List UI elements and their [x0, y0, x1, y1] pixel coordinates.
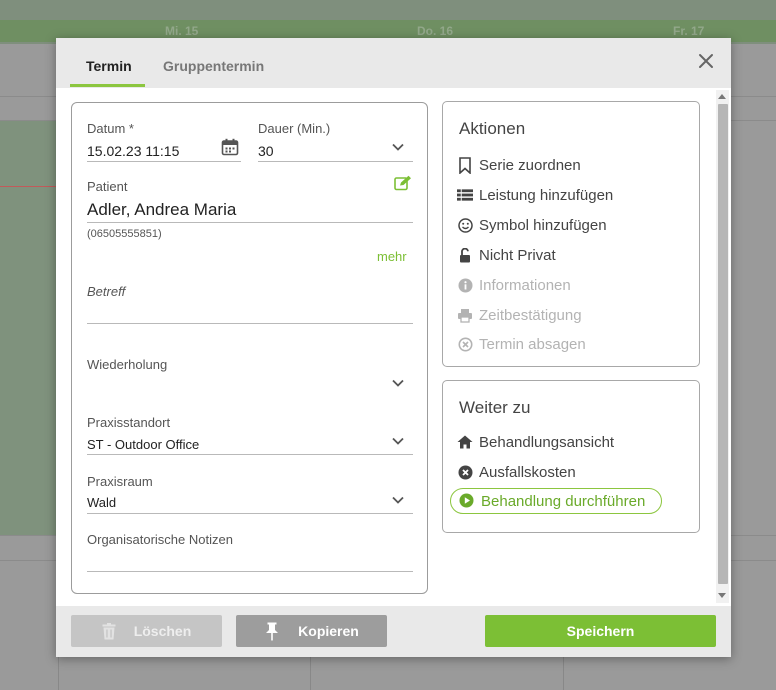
action-symbol-hinzufuegen[interactable]: Symbol hinzufügen — [457, 215, 607, 235]
bookmark-icon — [457, 156, 473, 174]
goto-behandlungsansicht[interactable]: Behandlungsansicht — [457, 432, 614, 452]
appointment-form: Datum * 15.02.23 11:15 Dauer (Min.) 30 P… — [71, 102, 428, 594]
room-label: Praxisraum — [87, 474, 153, 489]
scrollbar-thumb[interactable] — [718, 104, 728, 584]
calendar-day-thu: Do. 16 — [417, 24, 454, 38]
chevron-down-icon[interactable] — [392, 437, 404, 445]
smiley-icon — [457, 217, 473, 233]
dialog-footer: Löschen Kopieren Speichern — [56, 606, 731, 657]
cancel-circle-icon — [457, 336, 473, 352]
info-icon — [457, 277, 473, 293]
goto-panel: Weiter zu Behandlungsansicht Ausfallskos… — [442, 380, 700, 533]
patient-phone: (06505555851) — [87, 228, 162, 240]
action-informationen: Informationen — [457, 275, 571, 295]
tab-gruppentermin[interactable]: Gruppentermin — [163, 58, 264, 74]
patient-name[interactable]: Adler, Andrea Maria — [87, 200, 236, 220]
scroll-up-icon[interactable] — [718, 94, 726, 99]
list-icon — [457, 187, 473, 203]
goto-ausfallskosten[interactable]: Ausfallskosten — [457, 462, 576, 482]
copy-button[interactable]: Kopieren — [236, 615, 387, 647]
appointment-dialog: Termin Gruppentermin Datum * 15.02.23 11… — [56, 38, 731, 657]
duration-select[interactable]: 30 — [258, 143, 274, 159]
more-link[interactable]: mehr — [377, 249, 407, 264]
location-select[interactable]: ST - Outdoor Office — [87, 437, 199, 452]
notes-label: Organisatorische Notizen — [87, 532, 233, 547]
date-label: Datum * — [87, 121, 134, 136]
edit-icon[interactable] — [394, 175, 412, 191]
calendar-icon[interactable] — [221, 138, 239, 156]
tab-bar: Termin Gruppentermin — [56, 38, 731, 88]
pin-icon — [264, 622, 280, 641]
delete-button[interactable]: Löschen — [71, 615, 222, 647]
date-input[interactable]: 15.02.23 11:15 — [87, 143, 179, 159]
actions-panel: Aktionen Serie zuordnen Leistung hinzufü… — [442, 101, 700, 367]
printer-icon — [457, 307, 473, 323]
play-circle-icon — [459, 493, 475, 509]
goto-behandlung-durchfuehren[interactable]: Behandlung durchführen — [450, 488, 662, 514]
calendar-day-wed: Mi. 15 — [165, 24, 199, 38]
action-serie-zuordnen[interactable]: Serie zuordnen — [457, 155, 581, 175]
chevron-down-icon[interactable] — [392, 496, 404, 504]
action-nicht-privat[interactable]: Nicht Privat — [457, 245, 556, 265]
action-leistung-hinzufuegen[interactable]: Leistung hinzufügen — [457, 185, 613, 205]
calendar-day-fri: Fr. 17 — [673, 24, 705, 38]
action-termin-absagen: Termin absagen — [457, 334, 586, 354]
chevron-down-icon[interactable] — [392, 143, 404, 151]
scroll-down-icon[interactable] — [718, 593, 726, 598]
close-icon[interactable] — [697, 52, 715, 70]
chevron-down-icon[interactable] — [392, 379, 404, 387]
repeat-label: Wiederholung — [87, 357, 168, 372]
action-zeitbestaetigung: Zeitbestätigung — [457, 305, 582, 325]
room-select[interactable]: Wald — [87, 495, 116, 510]
tab-termin[interactable]: Termin — [86, 58, 132, 74]
required-marker: * — [128, 121, 134, 136]
subject-input[interactable]: Betreff — [87, 284, 125, 299]
trash-icon — [102, 622, 116, 640]
duration-label: Dauer (Min.) — [258, 121, 331, 136]
home-icon — [457, 434, 473, 450]
unlock-icon — [457, 247, 473, 263]
patient-label: Patient — [87, 179, 128, 194]
goto-title: Weiter zu — [459, 398, 531, 417]
location-label: Praxisstandort — [87, 415, 171, 430]
active-tab-indicator — [70, 84, 145, 87]
actions-title: Aktionen — [459, 119, 526, 138]
current-time-line — [0, 186, 56, 187]
scrollbar[interactable] — [716, 90, 729, 603]
save-button[interactable]: Speichern — [485, 615, 716, 647]
x-circle-icon — [457, 464, 473, 480]
